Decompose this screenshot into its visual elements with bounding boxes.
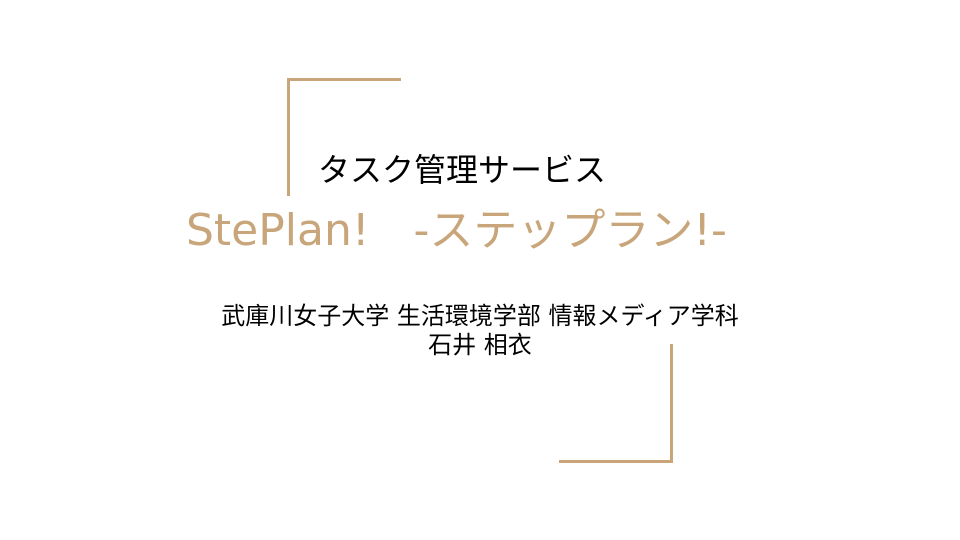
author-affiliation: 武庫川女子大学 生活環境学部 情報メディア学科 [221,302,739,330]
slide-title: StePlan! -ステップラン!- [186,205,727,256]
slide-subtitle: タスク管理サービス [318,151,607,189]
bottom-right-bracket-vertical [670,344,673,463]
bottom-right-bracket-horizontal [559,460,673,463]
top-left-bracket-vertical [287,78,290,196]
author-name: 石井 相衣 [428,331,532,359]
title-slide: タスク管理サービス StePlan! -ステップラン!- 武庫川女子大学 生活環… [0,0,960,540]
top-left-bracket-horizontal [287,78,401,81]
